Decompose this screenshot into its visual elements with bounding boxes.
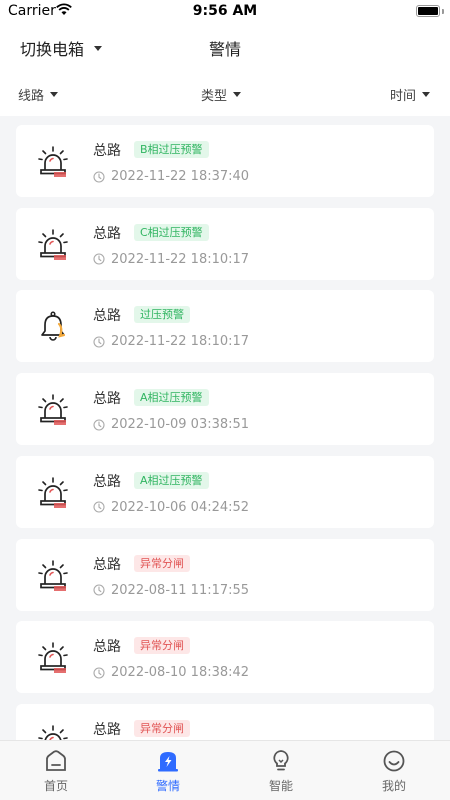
clock-icon	[93, 336, 105, 348]
filter-bar: 线路 类型 时间	[0, 68, 450, 116]
alert-time-label: 2022-08-11 11:17:55	[111, 582, 250, 598]
siren-icon	[36, 393, 70, 427]
tab-mine[interactable]: 我的	[338, 741, 450, 800]
alert-time-label: 2022-11-22 18:10:17	[111, 251, 250, 267]
alert-card[interactable]: 总路 A相过压预警 2022-10-09 03:38:51	[16, 373, 434, 446]
tab-bar: 首页 警情 智能 我的	[0, 740, 450, 800]
clock-icon	[93, 253, 105, 265]
clock-icon	[93, 419, 105, 431]
siren-icon	[36, 724, 70, 740]
filter-type-dropdown[interactable]: 类型	[201, 85, 242, 104]
alert-type-badge: 异常分闸	[134, 637, 190, 655]
tab-alarm[interactable]: 警情	[112, 741, 224, 800]
status-time: 9:56 AM	[192, 3, 258, 19]
alert-time-label: 2022-10-09 03:38:51	[111, 417, 250, 433]
alert-card[interactable]: 总路 A相过压预警 2022-10-06 04:24:52	[16, 455, 434, 528]
status-bar: Carrier 9:56 AM	[0, 0, 450, 24]
alert-time: 2022-08-11 11:17:55	[93, 583, 249, 598]
alert-time-label: 2022-08-10 18:38:42	[111, 665, 250, 681]
tab-label: 首页	[43, 779, 68, 793]
alert-circuit-name: 总路	[93, 639, 121, 656]
alert-circuit-name: 总路	[93, 556, 121, 573]
page-title: 警情	[208, 40, 241, 59]
siren-icon	[36, 145, 70, 179]
alert-circuit-name: 总路	[93, 473, 121, 490]
clock-icon	[93, 170, 105, 183]
alert-type-badge: 过压预警	[134, 306, 190, 324]
alert-type-badge: 异常分闸	[134, 719, 190, 737]
alert-circuit-name: 总路	[93, 225, 121, 242]
alert-card[interactable]: 总路 过压预警 2022-11-22 18:10:17	[16, 290, 434, 363]
siren-icon	[36, 559, 70, 593]
siren-icon	[36, 476, 70, 510]
battery-icon	[416, 5, 440, 17]
filter-time-label: 时间	[389, 89, 416, 104]
filter-time-dropdown[interactable]: 时间	[390, 85, 430, 104]
tab-smart[interactable]: 智能	[225, 741, 337, 800]
alert-time: 2022-11-22 18:10:17	[93, 334, 249, 349]
tab-label: 我的	[381, 779, 406, 793]
alert-time: 2022-10-06 04:24:52	[93, 500, 249, 515]
filter-type-label: 类型	[201, 89, 228, 104]
alert-time: 2022-10-09 03:38:51	[93, 417, 249, 432]
alert-type-badge: A相过压预警	[134, 389, 209, 407]
alert-time-label: 2022-11-22 18:37:40	[111, 169, 250, 184]
alert-list[interactable]: 总路 B相过压预警 2022-11-22 18:37:40 总路 C相过压预警 …	[0, 116, 450, 740]
alert-time: 2022-11-22 18:10:17	[93, 252, 249, 267]
alert-type-badge: A相过压预警	[134, 471, 209, 489]
alert-circuit-name: 总路	[93, 721, 121, 738]
alert-type-badge: 异常分闸	[134, 554, 190, 572]
bulb-icon	[273, 750, 289, 771]
alert-time: 2022-11-22 18:37:40	[93, 169, 249, 184]
alert-card[interactable]: 总路 异常分闸	[16, 703, 434, 740]
siren-icon	[36, 641, 70, 675]
siren-icon	[36, 228, 70, 262]
tab-label: 智能	[268, 779, 293, 793]
nav-bar: 切换电箱 警情	[0, 24, 450, 68]
alert-circuit-name: 总路	[93, 391, 121, 408]
profile-icon	[383, 750, 405, 772]
filter-line-label: 线路	[18, 89, 45, 104]
alert-time-label: 2022-10-06 04:24:52	[111, 499, 250, 515]
bell-icon	[36, 310, 70, 344]
alert-card[interactable]: 总路 C相过压预警 2022-11-22 18:10:17	[16, 207, 434, 280]
clock-icon	[93, 667, 105, 679]
tab-home[interactable]: 首页	[0, 741, 112, 800]
home-icon	[46, 750, 66, 771]
alert-time: 2022-08-10 18:38:42	[93, 665, 249, 680]
alert-circuit-name: 总路	[93, 143, 121, 159]
alert-card[interactable]: 总路 异常分闸 2022-08-10 18:38:42	[16, 621, 434, 694]
alert-type-badge: C相过压预警	[134, 223, 209, 241]
clock-icon	[93, 584, 105, 596]
alert-circuit-name: 总路	[93, 308, 121, 325]
caret-down-icon	[50, 92, 59, 97]
alert-type-badge: B相过压预警	[134, 141, 209, 158]
alert-time-label: 2022-11-22 18:10:17	[111, 334, 250, 350]
tab-label: 警情	[155, 779, 180, 793]
alert-card[interactable]: 总路 异常分闸 2022-08-11 11:17:55	[16, 538, 434, 611]
filter-line-dropdown[interactable]: 线路	[18, 85, 59, 104]
alert-card[interactable]: 总路 B相过压预警 2022-11-22 18:37:40	[16, 125, 434, 197]
alarm-icon	[158, 752, 178, 772]
caret-down-icon	[233, 92, 242, 97]
clock-icon	[93, 501, 105, 513]
caret-down-icon	[422, 92, 430, 97]
